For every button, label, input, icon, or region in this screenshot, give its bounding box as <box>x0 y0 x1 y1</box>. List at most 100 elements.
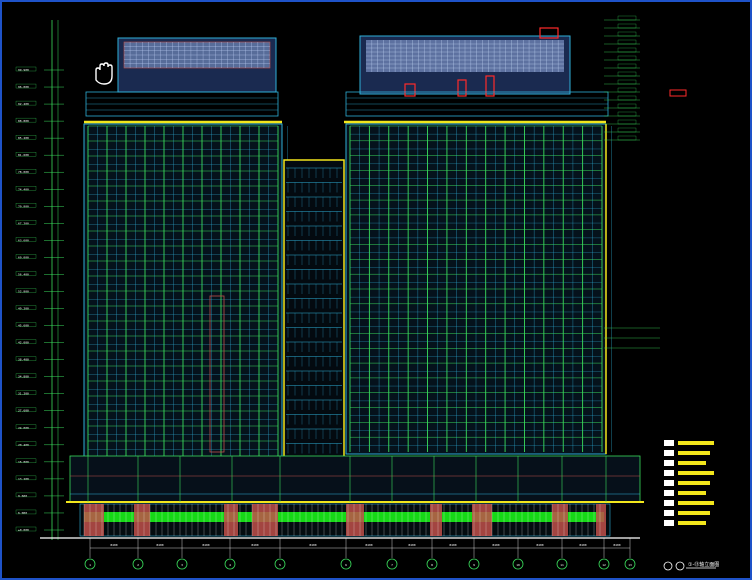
stone-pier <box>552 504 568 536</box>
legend-swatch <box>664 440 674 446</box>
dimension-label: 8400 <box>408 543 415 547</box>
axis-label: 7 <box>391 563 393 567</box>
level-label: 74.400 <box>18 187 29 191</box>
stone-pier <box>472 504 492 536</box>
stone-pier <box>224 504 238 536</box>
level-label: 31.200 <box>18 392 29 396</box>
axis-bubbles: 1 2 3 4 5 6 7 8 9 10 11 12 13 <box>84 558 636 570</box>
axis-label: 8 <box>431 563 433 567</box>
dimension-label: 8400 <box>449 543 456 547</box>
penthouse-right <box>359 27 571 97</box>
level-label: 20.400 <box>18 443 29 447</box>
legend-swatch <box>664 490 674 496</box>
level-label: 6.000 <box>18 511 27 515</box>
axis-label: 6 <box>345 563 347 567</box>
podium <box>66 455 644 503</box>
level-label: 42.000 <box>18 341 29 345</box>
title-bubble-icon <box>675 561 685 571</box>
legend-swatch <box>664 510 674 516</box>
level-label: 9.600 <box>18 494 27 498</box>
level-label: ±0.000 <box>18 528 29 532</box>
level-label: 13.200 <box>18 477 29 481</box>
drawing-title-text: ①-⑬轴立面图 <box>688 561 719 568</box>
axis-label: 1 <box>89 563 91 567</box>
stone-pier <box>596 504 606 536</box>
level-label: 85.200 <box>18 136 29 140</box>
stone-pier <box>252 504 278 536</box>
axis-label: 2 <box>137 563 139 567</box>
title-bubble-icon <box>663 561 673 571</box>
stone-pier <box>346 504 364 536</box>
level-label: 24.000 <box>18 426 29 430</box>
axis-label: 9 <box>473 563 475 567</box>
level-label: 49.200 <box>18 307 29 311</box>
dimension-label: 8400 <box>156 543 163 547</box>
axis-label: 11 <box>560 563 564 567</box>
dimension-label: 8400 <box>309 543 316 547</box>
dimension-label: 8400 <box>365 543 372 547</box>
legend-label <box>678 451 710 455</box>
level-label: 88.800 <box>18 119 29 123</box>
legend-swatch <box>664 520 674 526</box>
stone-pier <box>84 504 104 536</box>
stone-pier <box>430 504 442 536</box>
tower-right <box>345 123 612 455</box>
right-annotations <box>604 15 687 349</box>
elevation-drawing[interactable]: 99.90096.00092.40088.80085.20081.60078.0… <box>0 0 752 580</box>
level-label: 16.800 <box>18 460 29 464</box>
tower-left <box>83 123 288 461</box>
hand-pan-icon[interactable] <box>95 62 113 85</box>
axis-label: 13 <box>628 563 632 567</box>
axis-lines: 8400 8400 8400 8400 8400 8400 8400 8400 8400 8400… <box>89 538 631 558</box>
level-label: 60.000 <box>18 255 29 259</box>
legend-swatch <box>664 470 674 476</box>
legend-label <box>678 441 714 445</box>
dimension-label: 8400 <box>536 543 543 547</box>
drawing-title: ①-⑬轴立面图 <box>663 561 719 571</box>
penthouse-left <box>117 37 277 93</box>
level-label: 63.600 <box>18 238 29 242</box>
dimension-label: 8400 <box>110 543 117 547</box>
level-label: 78.000 <box>18 170 29 174</box>
axis-label: 3 <box>181 563 183 567</box>
legend-label <box>678 521 706 525</box>
level-label: 70.800 <box>18 204 29 208</box>
legend <box>664 440 714 526</box>
axis-label: 4 <box>229 563 231 567</box>
ground-floor <box>79 503 611 537</box>
level-label: 92.400 <box>18 102 29 106</box>
dimension-label: 8400 <box>251 543 258 547</box>
legend-swatch <box>664 460 674 466</box>
legend-label <box>678 471 714 475</box>
level-label: 81.600 <box>18 153 29 157</box>
level-label: 56.400 <box>18 272 29 276</box>
legend-label <box>678 511 710 515</box>
level-ticks: 99.900 96.000 92.400 88.800 85.200 81.600 78.0… <box>15 66 64 532</box>
level-label: 52.800 <box>18 289 29 293</box>
level-label: 67.200 <box>18 221 29 225</box>
level-label: 96.000 <box>18 85 29 89</box>
axis-label: 5 <box>279 563 281 567</box>
tower-core <box>283 159 345 461</box>
level-label: 99.900 <box>18 68 29 72</box>
axis-label: 12 <box>602 563 606 567</box>
level-label: 34.800 <box>18 375 29 379</box>
axis-label: 10 <box>516 563 520 567</box>
legend-label <box>678 501 714 505</box>
stone-pier <box>134 504 150 536</box>
legend-swatch <box>664 450 674 456</box>
legend-label <box>678 481 710 485</box>
level-label: 27.600 <box>18 409 29 413</box>
dimension-label: 8400 <box>579 543 586 547</box>
dimension-label: 8400 <box>202 543 209 547</box>
legend-swatch <box>664 480 674 486</box>
dimension-label: 8400 <box>613 543 620 547</box>
dimension-label: 8400 <box>492 543 499 547</box>
level-label: 45.600 <box>18 324 29 328</box>
level-scale: 99.900 96.000 92.400 88.800 85.200 81.600 78.0… <box>15 20 64 540</box>
legend-swatch <box>664 500 674 506</box>
legend-label <box>678 491 706 495</box>
legend-label <box>678 461 706 465</box>
level-label: 38.400 <box>18 358 29 362</box>
parapet-lines <box>86 97 608 111</box>
